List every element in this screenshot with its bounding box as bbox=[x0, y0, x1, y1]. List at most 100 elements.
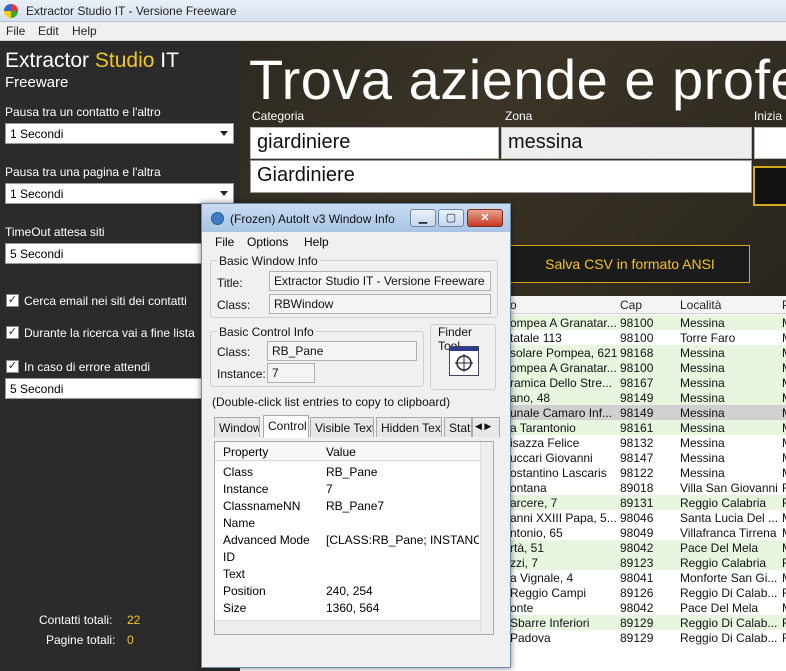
pause-page-select[interactable]: 1 Secondi bbox=[5, 183, 234, 204]
instance-value[interactable]: 7 bbox=[267, 363, 315, 383]
title-value[interactable]: Extractor Studio IT - Versione Freeware bbox=[269, 271, 491, 291]
pause-contact-select[interactable]: 1 Secondi bbox=[5, 123, 234, 144]
cell-provincia: M bbox=[782, 601, 786, 615]
category-input[interactable]: giardiniere bbox=[250, 127, 499, 159]
property-key: Instance bbox=[223, 482, 269, 496]
pause-page-value: 1 Secondi bbox=[10, 187, 64, 201]
cell-cap: 98049 bbox=[620, 526, 654, 540]
save-csv-button[interactable]: Salva CSV in formato ANSI bbox=[510, 245, 750, 283]
cell-address: ompea A Granatar... bbox=[510, 316, 617, 330]
cell-localita: Messina bbox=[680, 391, 725, 405]
autoit-menu-file[interactable]: File bbox=[215, 235, 234, 249]
cell-provincia: M bbox=[782, 391, 786, 405]
cell-address: ostantino Lascaris bbox=[510, 466, 607, 480]
autoit-window: (Frozen) AutoIt v3 Window Info ▁ ▢ ✕ Fil… bbox=[201, 203, 511, 668]
timeout-label: TimeOut attesa siti bbox=[5, 225, 105, 239]
cell-cap: 98100 bbox=[620, 331, 654, 345]
tab-control[interactable]: Control bbox=[263, 415, 309, 438]
col-address[interactable]: o bbox=[510, 298, 517, 312]
error-wait-select[interactable]: 5 Secondi bbox=[5, 378, 234, 399]
property-value: RB_Pane7 bbox=[326, 499, 385, 513]
cell-address: Reggio Campi bbox=[510, 586, 587, 600]
basic-control-group-title: Basic Control Info bbox=[217, 325, 316, 339]
cell-localita: Villa San Giovanni bbox=[680, 481, 778, 495]
brand-edition: Freeware bbox=[5, 74, 69, 91]
property-row[interactable]: Class RB_Pane bbox=[215, 464, 480, 481]
cell-address: unale Camaro Inf... bbox=[510, 406, 613, 420]
cell-cap: 98167 bbox=[620, 376, 654, 390]
cell-localita: Torre Faro bbox=[680, 331, 736, 345]
property-row[interactable]: Advanced Mode [CLASS:RB_Pane; INSTANCE:7] bbox=[215, 532, 480, 549]
cell-localita: Messina bbox=[680, 361, 725, 375]
close-button[interactable]: ✕ bbox=[467, 209, 503, 227]
property-key: Class bbox=[223, 465, 254, 479]
check-email-checkbox[interactable]: ✓ bbox=[6, 294, 19, 307]
class-value[interactable]: RBWindow bbox=[269, 294, 491, 314]
property-row[interactable]: Instance 7 bbox=[215, 481, 480, 498]
horizontal-scrollbar[interactable] bbox=[215, 620, 480, 634]
ctrl-class-value[interactable]: RB_Pane bbox=[267, 341, 417, 361]
start-field[interactable] bbox=[754, 127, 786, 159]
cell-address: zzi, 7 bbox=[510, 556, 539, 570]
crosshair-icon[interactable] bbox=[449, 346, 479, 376]
autoit-title-bar: (Frozen) AutoIt v3 Window Info ▁ ▢ ✕ bbox=[202, 204, 510, 232]
tab-window[interactable]: Window bbox=[214, 417, 260, 437]
property-row[interactable]: Name bbox=[215, 515, 480, 532]
property-row[interactable]: Text bbox=[215, 566, 480, 583]
menu-help[interactable]: Help bbox=[72, 24, 97, 38]
property-row[interactable]: Position 240, 254 bbox=[215, 583, 480, 600]
cell-cap: 98042 bbox=[620, 541, 654, 555]
autoit-menu-help[interactable]: Help bbox=[304, 235, 329, 249]
tab-visible-text[interactable]: Visible Text bbox=[310, 417, 374, 437]
timeout-select[interactable]: 5 Secondi bbox=[5, 243, 234, 264]
property-row[interactable]: ID bbox=[215, 549, 480, 566]
col-value[interactable]: Value bbox=[326, 445, 356, 459]
cell-cap: 89018 bbox=[620, 481, 654, 495]
category-suggestion[interactable]: Giardiniere bbox=[250, 160, 752, 193]
app-icon bbox=[4, 4, 18, 18]
cell-address: isazza Felice bbox=[510, 436, 580, 450]
start-button[interactable] bbox=[753, 166, 786, 206]
cell-address: tatale 113 bbox=[510, 331, 562, 345]
property-row[interactable]: ClassnameNN RB_Pane7 bbox=[215, 498, 480, 515]
menu-edit[interactable]: Edit bbox=[38, 24, 59, 38]
tab-status[interactable]: Stat bbox=[444, 417, 472, 437]
check-error-checkbox[interactable]: ✓ bbox=[6, 360, 19, 373]
vertical-scrollbar[interactable] bbox=[480, 442, 493, 634]
col-property[interactable]: Property bbox=[223, 445, 268, 459]
cell-localita: Monforte San Gi... bbox=[680, 571, 778, 585]
menu-file[interactable]: File bbox=[6, 24, 25, 38]
cell-address: onte bbox=[510, 601, 534, 615]
maximize-button[interactable]: ▢ bbox=[438, 209, 464, 227]
cell-provincia: M bbox=[782, 451, 786, 465]
cell-provincia: M bbox=[782, 436, 786, 450]
cell-localita: Reggio Di Calab... bbox=[680, 616, 778, 630]
cell-provincia: R bbox=[782, 616, 786, 630]
property-value: 1360, 564 bbox=[326, 601, 380, 615]
cell-localita: Messina bbox=[680, 316, 725, 330]
col-cap[interactable]: Cap bbox=[620, 298, 642, 312]
zone-label: Zona bbox=[505, 109, 533, 123]
property-key: ID bbox=[223, 550, 235, 564]
zone-input[interactable]: messina bbox=[501, 127, 752, 159]
cell-address: Padova bbox=[510, 631, 551, 645]
cell-provincia: R bbox=[782, 556, 786, 570]
check-end-checkbox[interactable]: ✓ bbox=[6, 326, 19, 339]
property-value: 7 bbox=[326, 482, 333, 496]
cell-address: ompea A Granatar... bbox=[510, 361, 617, 375]
property-key: Position bbox=[223, 584, 266, 598]
cell-provincia: M bbox=[782, 376, 786, 390]
autoit-title: (Frozen) AutoIt v3 Window Info bbox=[230, 212, 395, 226]
cell-address: a Vignale, 4 bbox=[510, 571, 574, 585]
chevron-down-icon bbox=[220, 131, 228, 136]
menu-bar: File Edit Help bbox=[0, 22, 786, 41]
minimize-button[interactable]: ▁ bbox=[410, 209, 436, 227]
tab-hidden-text[interactable]: Hidden Text bbox=[376, 417, 442, 437]
tab-scroll-arrows[interactable]: ◀ ▶ bbox=[472, 417, 500, 437]
property-row[interactable]: Size 1360, 564 bbox=[215, 600, 480, 617]
autoit-menu-options[interactable]: Options bbox=[247, 235, 288, 249]
col-localita[interactable]: Località bbox=[680, 298, 721, 312]
cell-localita: Reggio Calabria bbox=[680, 556, 767, 570]
col-provincia[interactable]: P bbox=[782, 298, 786, 312]
cell-cap: 98168 bbox=[620, 346, 654, 360]
